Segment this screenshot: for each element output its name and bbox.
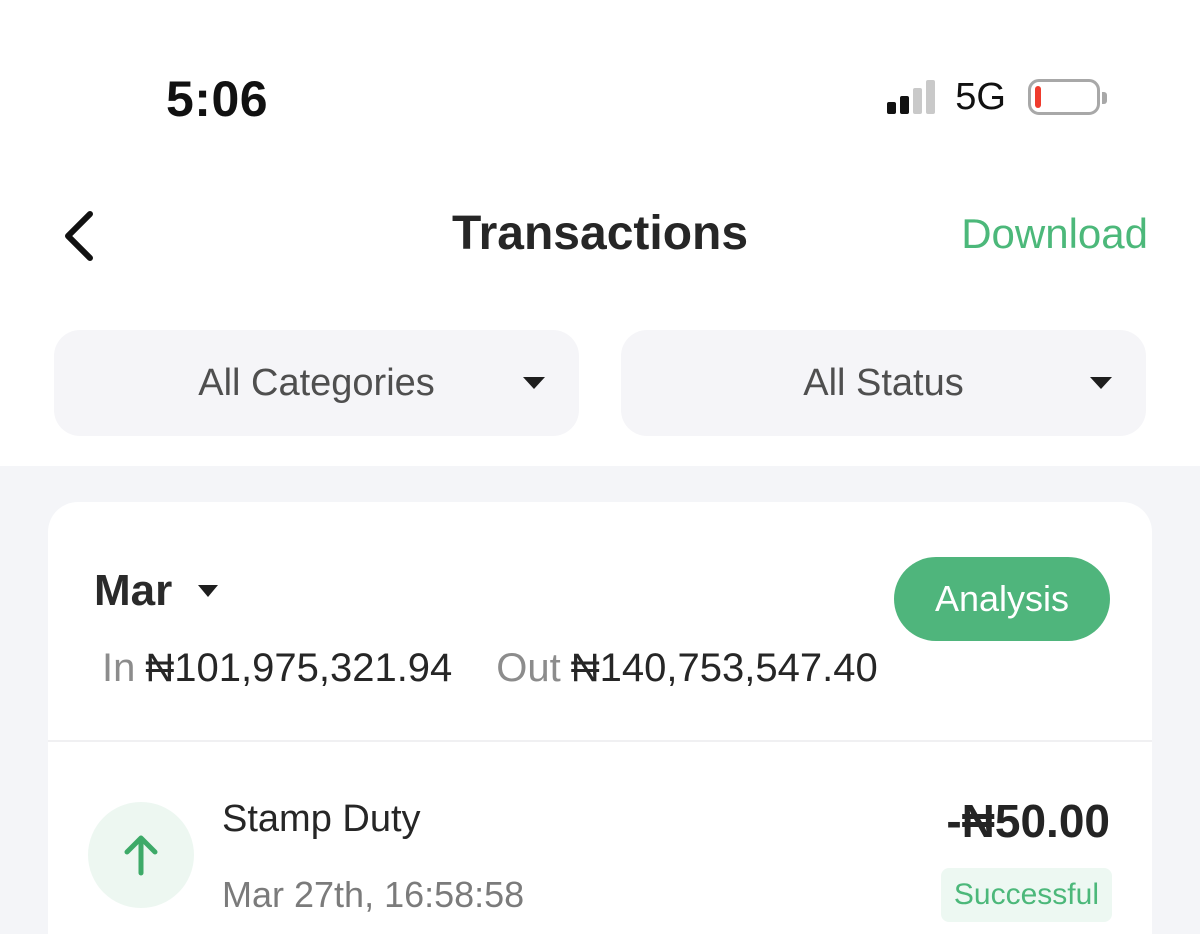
out-label: Out	[496, 646, 561, 690]
analysis-button[interactable]: Analysis	[894, 557, 1110, 641]
caret-down-icon	[523, 377, 545, 389]
in-value: ₦101,975,321.94	[145, 646, 453, 690]
signal-strength-icon	[887, 80, 936, 114]
status-filter-label: All Status	[803, 361, 964, 404]
month-label: Mar	[94, 566, 173, 615]
transaction-date: Mar 27th, 16:58:58	[222, 874, 525, 915]
category-filter-label: All Categories	[198, 361, 435, 404]
battery-icon	[1028, 79, 1107, 115]
transaction-icon	[88, 802, 194, 908]
status-filter-dropdown[interactable]: All Status	[621, 330, 1146, 436]
network-type: 5G	[955, 75, 1006, 118]
transaction-row[interactable]: Stamp Duty Mar 27th, 16:58:58 -₦50.00 Su…	[48, 742, 1152, 934]
battery-level	[1035, 86, 1041, 108]
month-selector[interactable]: Mar	[94, 566, 219, 616]
caret-down-icon	[198, 585, 219, 597]
transaction-title: Stamp Duty	[222, 798, 421, 840]
status-badge: Successful	[940, 868, 1112, 922]
category-filter-dropdown[interactable]: All Categories	[54, 330, 579, 436]
download-button[interactable]: Download	[961, 210, 1148, 258]
monthly-totals: In ₦101,975,321.94 Out ₦140,753,547.40	[102, 646, 878, 691]
status-time: 5:06	[166, 71, 269, 127]
in-label: In	[102, 646, 136, 690]
transaction-amount: -₦50.00	[946, 795, 1110, 847]
status-indicators: 5G	[887, 74, 1107, 120]
filter-bar: All Categories All Status	[54, 330, 1146, 436]
out-value: ₦140,753,547.40	[570, 646, 878, 690]
transactions-card: Mar Analysis In ₦101,975,321.94 Out ₦140…	[48, 502, 1152, 934]
caret-down-icon	[1090, 377, 1112, 389]
arrow-up-icon	[124, 835, 158, 876]
